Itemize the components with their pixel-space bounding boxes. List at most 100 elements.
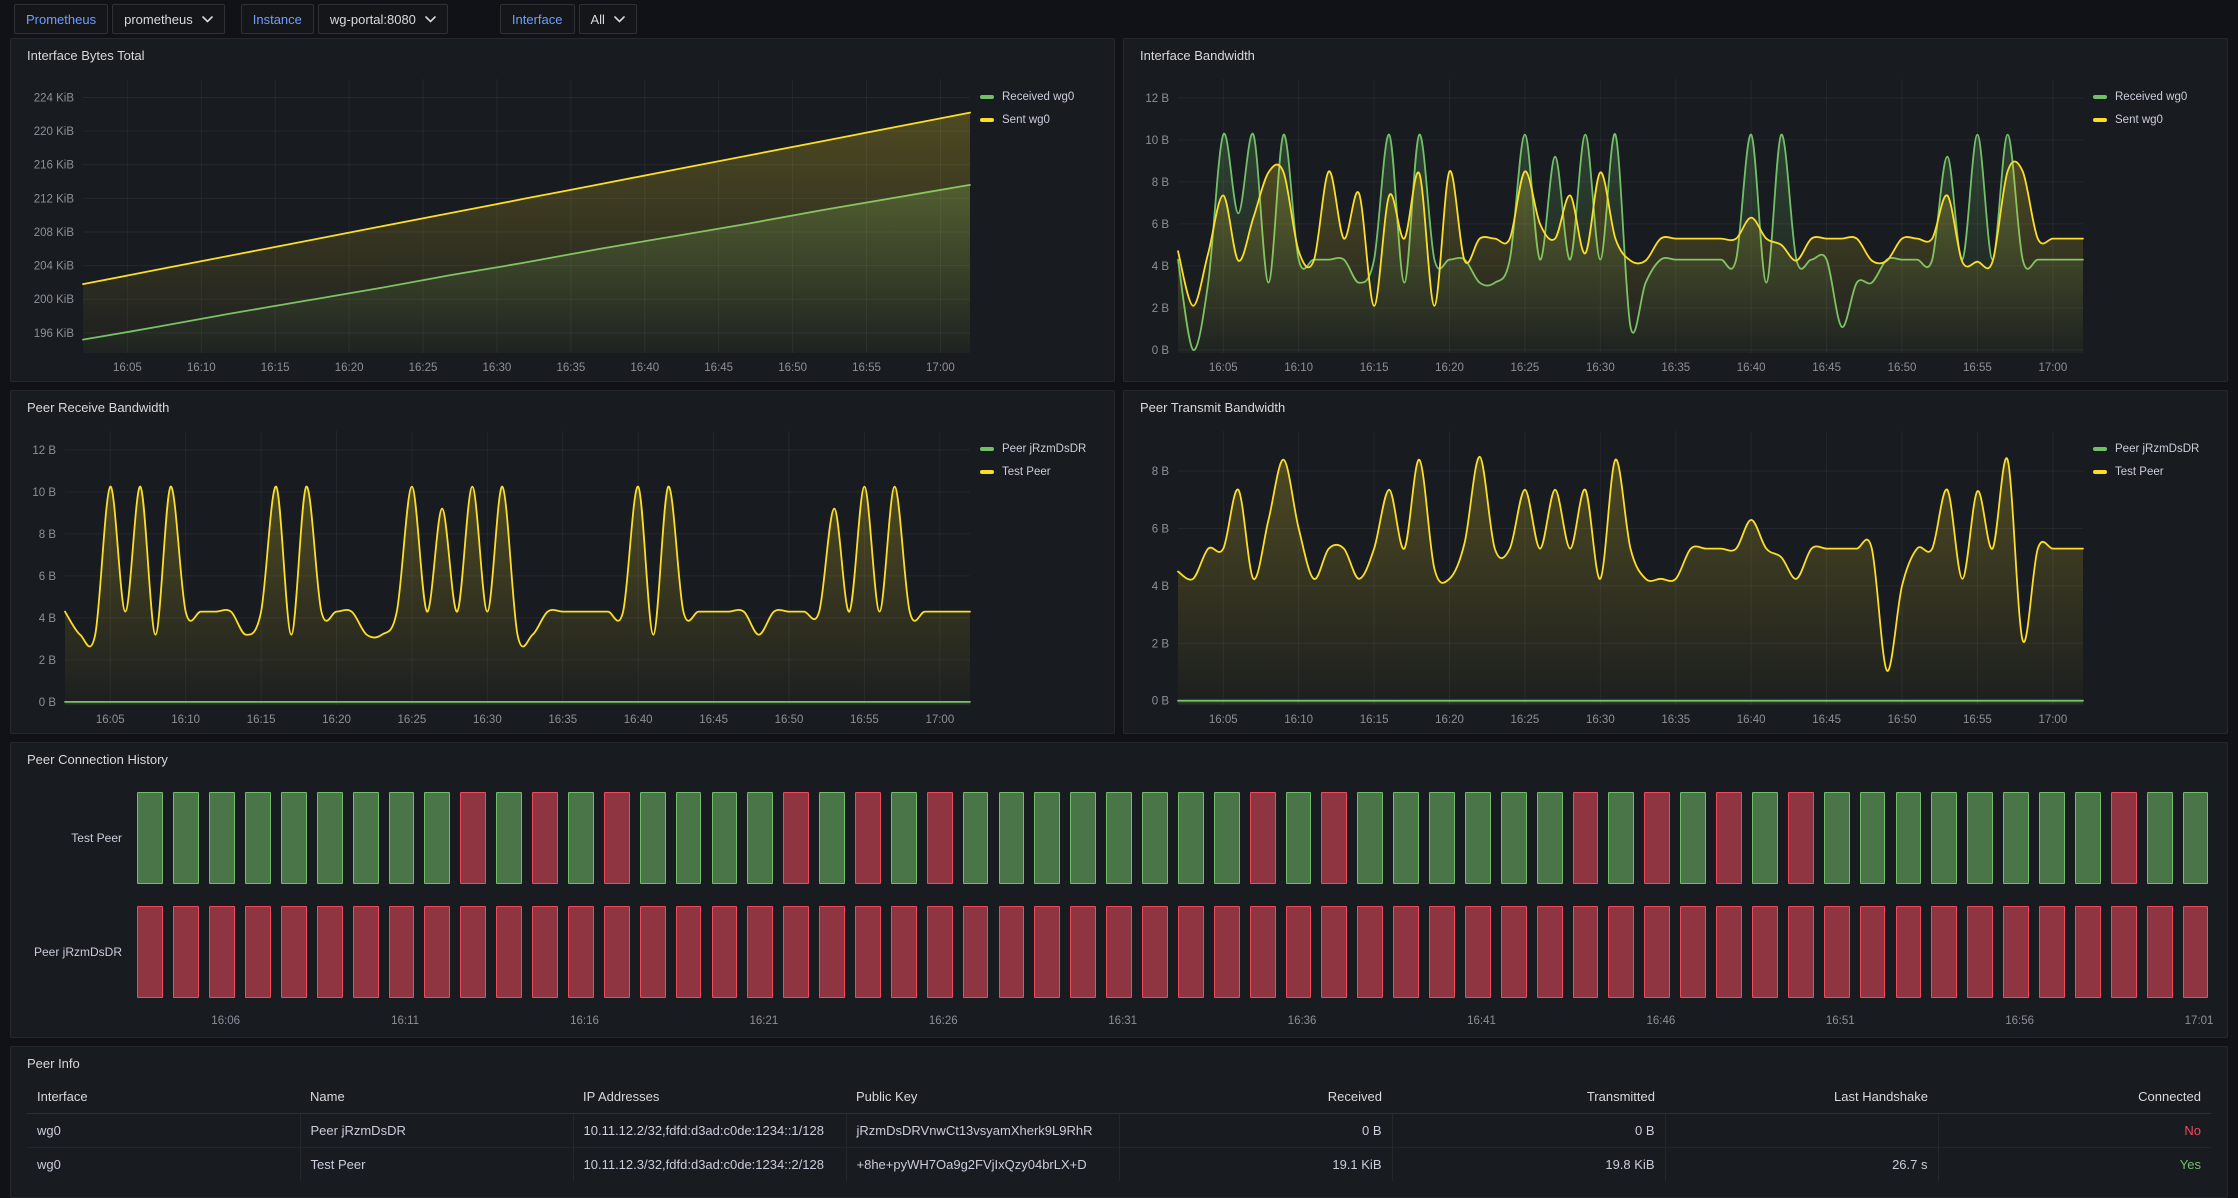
variable-prometheus-select[interactable]: prometheus	[112, 4, 225, 34]
legend-item[interactable]: Received wg0	[2093, 91, 2217, 103]
panel-title[interactable]: Interface Bandwidth	[1124, 39, 2227, 67]
status-bar-disconnected	[1178, 906, 1204, 998]
legend-item[interactable]: Received wg0	[980, 91, 1104, 103]
status-bar-disconnected	[2183, 906, 2209, 998]
svg-text:16:10: 16:10	[1284, 362, 1313, 374]
svg-text:2 B: 2 B	[1152, 303, 1170, 315]
svg-text:16:15: 16:15	[1360, 714, 1389, 726]
status-bar-connected	[1896, 792, 1922, 884]
legend-item[interactable]: Peer jRzmDsDR	[2093, 443, 2217, 455]
status-bar-disconnected	[1465, 906, 1491, 998]
column-header[interactable]: Connected	[1938, 1081, 2211, 1114]
status-bar-connected	[676, 792, 702, 884]
column-header[interactable]: Public Key	[846, 1081, 1119, 1114]
svg-text:16:10: 16:10	[1284, 714, 1313, 726]
status-bar-connected	[2075, 792, 2101, 884]
status-bar-connected	[2147, 792, 2173, 884]
svg-text:212 KiB: 212 KiB	[34, 193, 75, 205]
status-row-label: Peer jRzmDsDR	[11, 945, 136, 959]
status-bar-connected	[819, 792, 845, 884]
status-bar-connected	[999, 792, 1025, 884]
svg-text:16:45: 16:45	[704, 362, 733, 374]
svg-text:16:30: 16:30	[1586, 714, 1615, 726]
legend-item[interactable]: Peer jRzmDsDR	[980, 443, 1104, 455]
column-header[interactable]: Transmitted	[1392, 1081, 1665, 1114]
svg-text:6 B: 6 B	[1152, 524, 1170, 536]
legend-item[interactable]: Sent wg0	[980, 114, 1104, 126]
status-axis-tick: 16:46	[1646, 1015, 1675, 1027]
column-header[interactable]: Received	[1119, 1081, 1392, 1114]
legend-item[interactable]: Test Peer	[980, 466, 1104, 478]
status-bar-connected	[496, 792, 522, 884]
svg-text:16:20: 16:20	[1435, 362, 1464, 374]
status-bar-connected	[1393, 792, 1419, 884]
column-header[interactable]: Last Handshake	[1665, 1081, 1938, 1114]
svg-text:16:45: 16:45	[1812, 362, 1841, 374]
status-bar-connected	[2183, 792, 2209, 884]
status-bar-disconnected	[604, 792, 630, 884]
status-bar-disconnected	[2003, 906, 2029, 998]
dashboard-grid: Interface Bytes Total 16:0516:1016:1516:…	[0, 38, 2238, 1198]
status-bar-disconnected	[1896, 906, 1922, 998]
column-header[interactable]: Name	[300, 1081, 573, 1114]
legend-swatch	[980, 118, 994, 122]
table-cell: 10.11.12.2/32,fdfd:d3ad:c0de:1234::1/128	[573, 1114, 846, 1148]
svg-text:200 KiB: 200 KiB	[34, 294, 75, 306]
status-bar-connected	[1429, 792, 1455, 884]
variable-instance-select[interactable]: wg-portal:8080	[318, 4, 448, 34]
status-bar-disconnected	[2147, 906, 2173, 998]
table-cell: Test Peer	[300, 1148, 573, 1182]
status-axis-tick: 16:51	[1826, 1015, 1855, 1027]
panel-title[interactable]: Peer Connection History	[11, 743, 2227, 771]
status-bar-disconnected	[1716, 906, 1742, 998]
status-bar-disconnected	[353, 906, 379, 998]
status-bar-disconnected	[1393, 906, 1419, 998]
status-axis-tick: 16:11	[391, 1015, 419, 1027]
svg-text:6 B: 6 B	[1152, 219, 1170, 231]
table-cell: 0 B	[1119, 1114, 1392, 1148]
status-bar-connected	[281, 792, 307, 884]
panel-title[interactable]: Peer Transmit Bandwidth	[1124, 391, 2227, 419]
legend-item[interactable]: Test Peer	[2093, 466, 2217, 478]
svg-text:16:55: 16:55	[1963, 362, 1992, 374]
variable-interface-select[interactable]: All	[579, 4, 637, 34]
column-header[interactable]: Interface	[27, 1081, 300, 1114]
svg-text:4 B: 4 B	[1152, 261, 1170, 273]
status-bar-disconnected	[1967, 906, 1993, 998]
svg-text:16:45: 16:45	[1812, 714, 1841, 726]
status-bar-disconnected	[819, 906, 845, 998]
status-axis-tick: 16:21	[749, 1015, 778, 1027]
variable-interface-value: All	[591, 12, 605, 27]
panel-title[interactable]: Interface Bytes Total	[11, 39, 1114, 67]
svg-text:16:20: 16:20	[1435, 714, 1464, 726]
svg-text:16:30: 16:30	[1586, 362, 1615, 374]
legend-swatch	[2093, 95, 2107, 99]
table-cell: Yes	[1938, 1148, 2211, 1182]
legend-label: Peer jRzmDsDR	[2115, 443, 2199, 455]
svg-text:12 B: 12 B	[32, 445, 56, 457]
column-header[interactable]: IP Addresses	[573, 1081, 846, 1114]
status-bar-disconnected	[532, 792, 558, 884]
status-bar-connected	[1824, 792, 1850, 884]
svg-text:16:15: 16:15	[247, 714, 276, 726]
panel-interface-bytes-total: Interface Bytes Total 16:0516:1016:1516:…	[10, 38, 1115, 382]
panel-title[interactable]: Peer Receive Bandwidth	[11, 391, 1114, 419]
status-bar-disconnected	[1680, 906, 1706, 998]
svg-text:16:40: 16:40	[1737, 362, 1766, 374]
variable-interface: Interface All	[500, 4, 637, 34]
legend-label: Test Peer	[1002, 466, 1051, 478]
svg-text:16:30: 16:30	[483, 362, 512, 374]
status-bar-connected	[747, 792, 773, 884]
status-bar-connected	[1501, 792, 1527, 884]
legend-swatch	[2093, 447, 2107, 451]
legend-item[interactable]: Sent wg0	[2093, 114, 2217, 126]
chart-legend: Peer jRzmDsDR Test Peer	[978, 419, 1108, 731]
status-bar-disconnected	[496, 906, 522, 998]
status-bar-connected	[353, 792, 379, 884]
panel-title[interactable]: Peer Info	[11, 1047, 2227, 1075]
status-bar-connected	[1178, 792, 1204, 884]
legend-swatch	[980, 95, 994, 99]
status-bar-disconnected	[783, 906, 809, 998]
svg-text:8 B: 8 B	[1152, 177, 1170, 189]
peer-info-table-wrap: InterfaceNameIP AddressesPublic KeyRecei…	[11, 1075, 2227, 1197]
